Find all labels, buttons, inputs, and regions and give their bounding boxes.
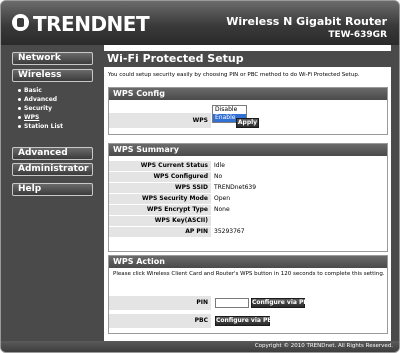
summary-row: WPS Security Mode Open — [109, 194, 387, 205]
sidebar-item-security[interactable]: Security — [16, 104, 96, 113]
wps-action-section: WPS Action Please click Wireless Client … — [108, 255, 388, 334]
pbc-row: PBC Configure via PBC — [109, 314, 387, 328]
wps-label: WPS — [109, 113, 211, 128]
summary-row: WPS Configured No — [109, 172, 387, 183]
pin-label: PIN — [109, 296, 211, 310]
product-name: Wireless N Gigabit Router — [226, 15, 387, 28]
header-bar: TRENDNET Wireless N Gigabit Router TEW-6… — [1, 1, 399, 45]
wireless-submenu: Basic Advanced Security WPS Station List — [16, 86, 96, 131]
sidebar: Network Wireless Basic Advanced Security… — [1, 45, 104, 341]
nav-wireless[interactable]: Wireless — [12, 69, 93, 82]
bullet-icon — [18, 125, 21, 128]
configure-via-pin-button[interactable]: Configure via PIN — [251, 298, 311, 308]
router-admin-window: TRENDNET Wireless N Gigabit Router TEW-6… — [0, 0, 400, 353]
sidebar-item-advanced[interactable]: Advanced — [16, 95, 96, 104]
summary-label: WPS Configured — [109, 172, 211, 182]
section-heading: WPS Action — [109, 256, 387, 268]
sidebar-item-label: Station List — [24, 123, 63, 130]
summary-value: None — [214, 206, 230, 213]
sidebar-item-label: Security — [24, 105, 53, 112]
section-heading: WPS Config — [109, 88, 387, 100]
nav-advanced[interactable]: Advanced — [12, 147, 93, 160]
wps-config-section: WPS Config WPS Disable Enable Apply — [108, 87, 388, 135]
summary-row: WPS SSID TRENDnet639 — [109, 183, 387, 194]
nav-administrator[interactable]: Administrator — [12, 163, 93, 176]
sidebar-item-wps[interactable]: WPS — [16, 113, 96, 122]
summary-row: WPS Key(ASCII) — [109, 216, 387, 227]
summary-value: Open — [214, 195, 231, 202]
summary-label: WPS Security Mode — [109, 194, 211, 204]
pbc-label: PBC — [109, 314, 211, 328]
trendnet-logo-icon — [12, 14, 29, 31]
logo-text: TRENDNET — [33, 12, 150, 36]
nav-help[interactable]: Help — [12, 183, 93, 196]
page-title: Wi-Fi Protected Setup — [104, 51, 391, 67]
main-content: Wi-Fi Protected Setup You could setup se… — [104, 45, 391, 341]
summary-value: Idle — [214, 162, 225, 169]
summary-label: AP PIN — [109, 227, 211, 237]
apply-button[interactable]: Apply — [236, 118, 259, 128]
summary-label: WPS SSID — [109, 183, 211, 193]
sidebar-item-basic[interactable]: Basic — [16, 86, 96, 95]
summary-label: WPS Encrypt Type — [109, 205, 211, 215]
section-heading: WPS Summary — [109, 144, 387, 156]
sidebar-item-label: WPS — [24, 114, 40, 121]
summary-label: WPS Current Status — [109, 161, 211, 171]
option-disable[interactable]: Disable — [213, 106, 246, 114]
summary-value: TRENDnet639 — [214, 184, 257, 191]
summary-row: WPS Encrypt Type None — [109, 205, 387, 216]
bullet-icon — [18, 116, 21, 119]
summary-value: No — [214, 173, 223, 180]
model-number: TEW-639GR — [328, 30, 387, 40]
sidebar-item-label: Basic — [24, 87, 42, 94]
summary-label: WPS Key(ASCII) — [109, 216, 211, 226]
sidebar-item-label: Advanced — [24, 96, 58, 103]
bullet-icon — [18, 89, 21, 92]
nav-network[interactable]: Network — [12, 52, 93, 65]
wps-summary-section: WPS Summary WPS Current Status Idle WPS … — [108, 143, 388, 252]
sidebar-item-station-list[interactable]: Station List — [16, 122, 96, 131]
action-description: Please click Wireless Client Card and Ro… — [113, 271, 385, 277]
configure-via-pbc-button[interactable]: Configure via PBC — [215, 316, 276, 326]
copyright-text: Copyright © 2010 TRENDnet. All Rights Re… — [254, 343, 393, 349]
bullet-icon — [18, 98, 21, 101]
summary-value: 35293767 — [214, 228, 245, 235]
intro-text: You could setup security easily by choos… — [108, 72, 360, 78]
summary-row: AP PIN 35293767 — [109, 227, 387, 238]
pin-input[interactable] — [215, 298, 249, 308]
pin-row: PIN Configure via PIN — [109, 296, 387, 310]
footer-bar: Copyright © 2010 TRENDnet. All Rights Re… — [1, 341, 399, 352]
summary-row: WPS Current Status Idle — [109, 161, 387, 172]
bullet-icon — [18, 107, 21, 110]
